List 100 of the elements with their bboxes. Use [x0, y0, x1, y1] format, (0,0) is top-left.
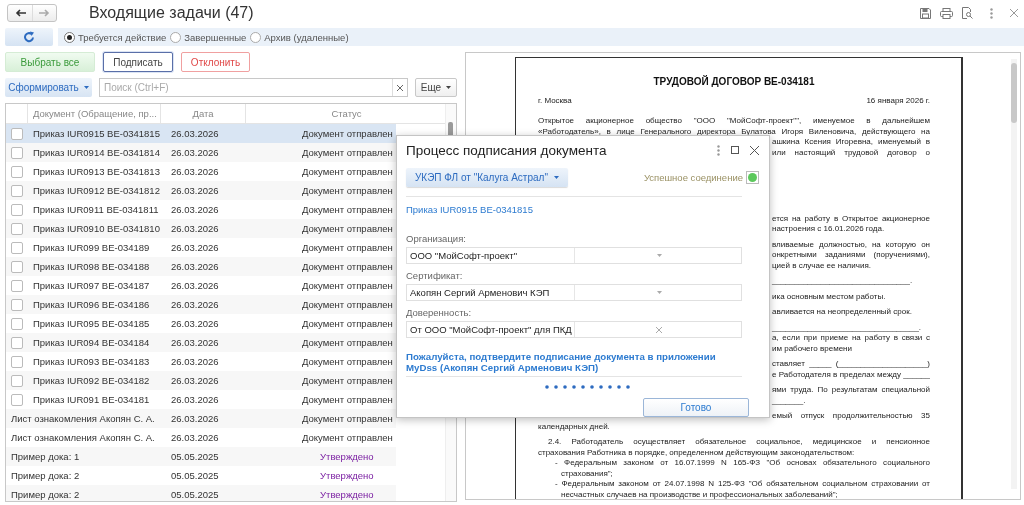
document-text-line: _________________________________.: [772, 322, 923, 333]
row-checkbox[interactable]: [11, 241, 23, 254]
table-row[interactable]: Приказ IUR097 BE-034187 26.03.2026 Документ отправлен: [6, 276, 396, 295]
radio-label[interactable]: Архив (удаленные): [264, 31, 349, 43]
table-row[interactable]: Приказ IUR098 BE-034188 26.03.2026 Документ отправлен: [6, 257, 396, 276]
connection-status: Успешное соединение: [643, 172, 743, 183]
confirmation-message: Пожалуйста, подтвердите подписание документа в приложении MyDss (Акопян Сергий Арменович КЭП): [406, 351, 717, 373]
document-status: Документ отправлен: [302, 185, 393, 196]
row-checkbox[interactable]: [11, 184, 23, 197]
select-field[interactable]: Акопян Сергий Арменович КЭП: [406, 284, 742, 301]
table-row[interactable]: Лист ознакомления Акопян С. А. 26.03.2026 Документ отправлен: [6, 428, 396, 447]
row-checkbox[interactable]: [11, 336, 23, 349]
generate-button[interactable]: Сформировать: [5, 78, 92, 97]
table-row[interactable]: Приказ IUR0915 BE-0341815 26.03.2026 Документ отправлен: [6, 124, 396, 143]
row-checkbox[interactable]: [11, 146, 23, 159]
column-header[interactable]: Дата: [192, 108, 214, 119]
table-row[interactable]: Приказ IUR094 BE-034184 26.03.2026 Документ отправлен: [6, 333, 396, 352]
row-checkbox[interactable]: [11, 127, 23, 140]
document-name: Приказ IUR095 BE-034185: [33, 318, 150, 329]
dropdown-icon[interactable]: [656, 291, 662, 294]
table-row[interactable]: Пример дока: 2 05.05.2025 Утверждено: [6, 485, 396, 501]
radio-button[interactable]: [64, 31, 75, 43]
document-date: 05.05.2025: [171, 470, 219, 481]
row-checkbox[interactable]: [11, 374, 23, 387]
dropdown-icon[interactable]: [656, 254, 662, 257]
clear-icon[interactable]: [397, 84, 403, 91]
row-checkbox[interactable]: [11, 279, 23, 292]
close-icon[interactable]: [750, 145, 759, 155]
more-icon[interactable]: [717, 144, 720, 156]
caret-icon: [553, 176, 559, 179]
sign-button[interactable]: Подписать: [103, 52, 173, 72]
row-checkbox[interactable]: [11, 222, 23, 235]
table-row[interactable]: Пример дока: 1 05.05.2025 Утверждено: [6, 447, 396, 466]
document-text-line: им рабочего времени: [772, 343, 853, 354]
document-text-line: - Федеральным законом от 24.07.1998 N 125-ФЗ "Об обязательном социальном страховании от: [555, 479, 930, 490]
field-label: Сертификат:: [406, 269, 463, 282]
document-name: Приказ IUR0913 BE-0341813: [33, 166, 160, 177]
print-icon[interactable]: [940, 7, 953, 19]
certificate-button[interactable]: УКЭП ФЛ от "Калуга Астрал": [406, 168, 568, 187]
row-checkbox[interactable]: [11, 260, 23, 273]
document-text-line: «Работодатель», в лице Генерального директора Булатова Игоря Виленовича, действующего на: [538, 126, 930, 137]
row-checkbox[interactable]: [11, 355, 23, 368]
document-date: 26.03.2026: [171, 299, 219, 310]
select-field[interactable]: ООО "МойСофт-проект": [406, 247, 742, 264]
document-date: 26.03.2026: [171, 318, 219, 329]
dialog-title: Процесс подписания документа: [406, 142, 607, 158]
more-button[interactable]: Еще: [415, 78, 457, 97]
table-row[interactable]: Приказ IUR096 BE-034186 26.03.2026 Документ отправлен: [6, 295, 396, 314]
document-status: Документ отправлен: [302, 261, 393, 272]
document-name: Приказ IUR091 BE-034181: [33, 394, 150, 405]
row-checkbox[interactable]: [11, 393, 23, 406]
document-link[interactable]: Приказ IUR0915 BE-0341815: [406, 204, 533, 215]
table-row[interactable]: Приказ IUR095 BE-034185 26.03.2026 Документ отправлен: [6, 314, 396, 333]
column-header[interactable]: Статус: [331, 108, 362, 119]
document-text-line: страхования";: [561, 468, 614, 479]
table-row[interactable]: Приказ IUR0913 BE-0341813 26.03.2026 Документ отправлен: [6, 162, 396, 181]
input-field[interactable]: От ООО "МойСофт-проект" для ПКД: [406, 321, 742, 338]
caret-icon: [83, 86, 89, 89]
radio-label[interactable]: Завершенные: [184, 31, 247, 43]
table-row[interactable]: Приказ IUR0914 BE-0341814 26.03.2026 Документ отправлен: [6, 143, 396, 162]
document-text-line: настроения с 16.01.2026 года.: [772, 224, 886, 235]
back-arrow-icon: [14, 9, 26, 17]
table-row[interactable]: Приказ IUR0910 BE-0341810 26.03.2026 Документ отправлен: [6, 219, 396, 238]
search-field[interactable]: Поиск (Ctrl+F): [99, 78, 408, 97]
document-text-line: авливается на неопределенный срок.: [772, 307, 913, 318]
row-checkbox[interactable]: [11, 298, 23, 311]
radio-label[interactable]: Требуется действие: [78, 31, 167, 43]
row-checkbox[interactable]: [11, 317, 23, 330]
row-checkbox[interactable]: [11, 203, 23, 216]
scrollbar[interactable]: [1011, 59, 1017, 489]
table-row[interactable]: Приказ IUR092 BE-034182 26.03.2026 Документ отправлен: [6, 371, 396, 390]
reject-button[interactable]: Отклонить: [181, 52, 250, 72]
refresh-button[interactable]: [5, 28, 53, 46]
document-name: Приказ IUR0910 BE-0341810: [33, 223, 160, 234]
radio-button[interactable]: [250, 31, 262, 43]
row-checkbox[interactable]: [11, 165, 23, 178]
document-status: Документ отправлен: [302, 394, 393, 405]
done-button[interactable]: Готово: [643, 398, 749, 417]
table-row[interactable]: Лист ознакомления Акопян С. А. 26.03.2026 Документ отправлен: [6, 409, 396, 428]
table-row[interactable]: Приказ IUR093 BE-034183 26.03.2026 Документ отправлен: [6, 352, 396, 371]
refresh-icon: [23, 31, 35, 43]
preview-icon[interactable]: [962, 7, 973, 19]
save-icon[interactable]: [920, 7, 931, 19]
more-icon[interactable]: [990, 7, 993, 19]
document-status: Документ отправлен: [302, 147, 393, 158]
document-text-line: или настоящий трудовой договор о: [772, 147, 930, 158]
table-row[interactable]: Приказ IUR0912 BE-0341812 26.03.2026 Документ отправлен: [6, 181, 396, 200]
field-label: Доверенность:: [406, 306, 472, 319]
document-status: Документ отправлен: [302, 413, 393, 424]
table-row[interactable]: Приказ IUR099 BE-034189 26.03.2026 Документ отправлен: [6, 238, 396, 257]
table-row[interactable]: Приказ IUR091 BE-034181 26.03.2026 Документ отправлен: [6, 390, 396, 409]
column-header[interactable]: Документ (Обращение, пр...: [33, 108, 157, 119]
document-date: 16 января 2026 г.: [866, 96, 930, 106]
table-row[interactable]: Пример дока: 2 05.05.2025 Утверждено: [6, 466, 396, 485]
document-text-line: _______.: [772, 395, 807, 406]
maximize-icon[interactable]: [731, 146, 739, 154]
document-name: Приказ IUR092 BE-034182: [33, 375, 150, 386]
table-row[interactable]: Приказ IUR0911 BE-0341811 26.03.2026 Документ отправлен: [6, 200, 396, 219]
radio-button[interactable]: [170, 31, 182, 43]
document-status: Документ отправлен: [302, 223, 393, 234]
